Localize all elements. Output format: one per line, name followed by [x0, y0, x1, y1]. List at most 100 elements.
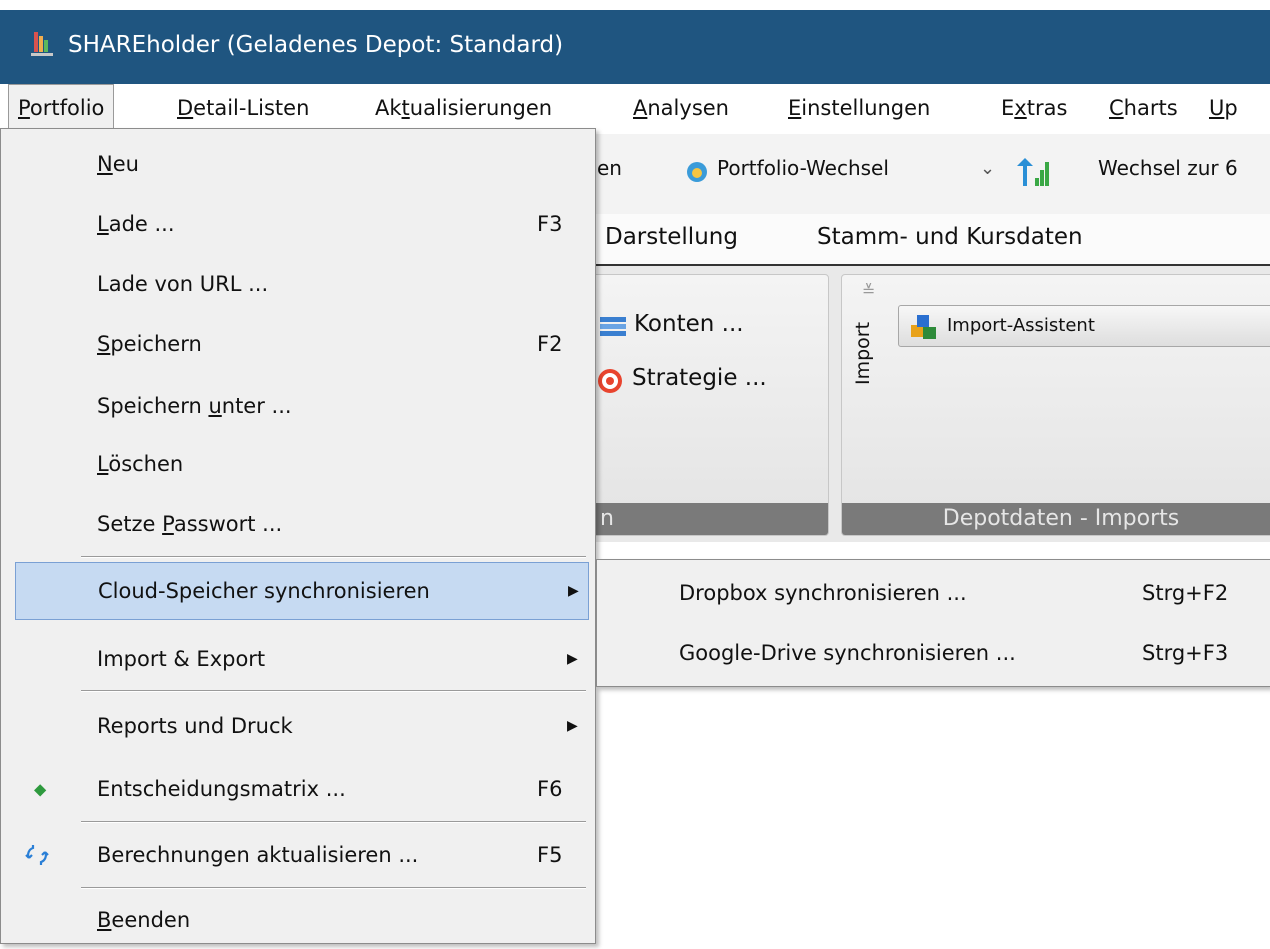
menu-item-label: Berechnungen aktualisieren ...: [97, 843, 419, 867]
label-part: ade ...: [108, 212, 175, 236]
label-part: asswort ...: [173, 512, 283, 536]
import-assistant-button[interactable]: Import-Assistent: [898, 305, 1270, 347]
shortcut-f3: F3: [537, 212, 563, 236]
menu-item-label: Import & Export: [97, 647, 266, 671]
tab-darstellung[interactable]: Darstellung: [605, 224, 738, 250]
menu-item-label: Speichern unter ...: [97, 394, 292, 418]
collapse-chevron-icon[interactable]: ≚: [862, 281, 875, 300]
menu-item-beenden[interactable]: Beenden: [2, 891, 592, 949]
portfolio-switch-label: Portfolio-Wechsel: [717, 156, 889, 180]
menu-item-lade[interactable]: Lade ... F3: [2, 195, 592, 253]
diamond-icon: ◆: [34, 779, 47, 799]
menu-extras[interactable]: Extras: [992, 84, 1076, 132]
menu-item-label: Entscheidungsmatrix ...: [97, 777, 346, 801]
menu-item-cloud-sync[interactable]: Cloud-Speicher synchronisieren ▶: [15, 562, 589, 620]
submenu-arrow-icon: ▶: [568, 583, 579, 599]
menu-analysen[interactable]: Analysen: [624, 84, 738, 132]
menu-item-passwort[interactable]: Setze Passwort ...: [2, 495, 592, 553]
konten-button[interactable]: Konten ...: [634, 311, 744, 337]
shortcut-f2: F2: [537, 332, 563, 356]
portfolio-menu: Neu Lade ... F3 Lade von URL ... Speiche…: [0, 128, 596, 944]
menu-item-label: Löschen: [97, 452, 183, 476]
menu-einst-text-b: instellungen: [801, 96, 931, 120]
menu-item-label: Speichern: [97, 332, 202, 356]
menu-detail-text-b: etail-Listen: [193, 96, 310, 120]
accelerator-key: u: [208, 394, 222, 418]
menu-updates[interactable]: Up: [1200, 84, 1247, 132]
toolbar-partial-text: en: [597, 156, 622, 180]
menu-charts-text-b: harts: [1123, 96, 1178, 120]
menu-item-label: Cloud-Speicher synchronisieren: [98, 579, 430, 603]
accelerator-key: P: [162, 512, 174, 536]
menu-akt-accel: t: [401, 96, 410, 120]
shortcut-strg-f3: Strg+F3: [1142, 641, 1229, 665]
submenu-arrow-icon: ▶: [567, 718, 578, 734]
menu-item-label: Dropbox synchronisieren ...: [679, 581, 967, 605]
submenu-arrow-icon: ▶: [567, 651, 578, 667]
label-part: peichern: [110, 332, 202, 356]
shortcut-strg-f2: Strg+F2: [1142, 581, 1229, 605]
left-group-footer: n: [592, 503, 828, 535]
menu-item-label: Google-Drive synchronisieren ...: [679, 641, 1016, 665]
portfolio-switch-icon: [687, 162, 707, 182]
tab-stammdaten[interactable]: Stamm- und Kursdaten: [817, 224, 1083, 250]
menu-item-reports[interactable]: Reports und Druck ▶: [2, 697, 592, 755]
title-bar: SHAREholder (Geladenes Depot: Standard): [0, 10, 1270, 84]
strategie-button[interactable]: Strategie ...: [632, 365, 767, 391]
menu-portfolio-accel: P: [18, 96, 30, 120]
menu-item-gdrive-sync[interactable]: Google-Drive synchronisieren ... Strg+F3: [597, 624, 1270, 682]
menu-item-label: Reports und Druck: [97, 714, 293, 738]
menu-up-text-b: p: [1224, 96, 1238, 120]
menu-einst-accel: E: [788, 96, 802, 120]
menu-extras-accel: x: [1014, 96, 1027, 120]
menu-item-speichern[interactable]: Speichern F2: [2, 315, 592, 373]
menu-detail-accel: D: [177, 96, 194, 120]
menu-einstellungen[interactable]: Einstellungen: [779, 84, 939, 132]
menu-charts[interactable]: Charts: [1100, 84, 1187, 132]
menu-item-import-export[interactable]: Import & Export ▶: [2, 630, 592, 688]
menu-analysen-accel: A: [633, 96, 648, 120]
menu-separator: [81, 690, 586, 692]
menu-item-label: Beenden: [97, 908, 190, 932]
menu-extras-text-a: E: [1001, 96, 1015, 120]
menu-item-speichern-unter[interactable]: Speichern unter ...: [2, 377, 592, 435]
menu-item-loeschen[interactable]: Löschen: [2, 435, 592, 493]
shortcut-f5: F5: [537, 843, 563, 867]
menu-detail-listen[interactable]: Detail-Listen: [168, 84, 318, 132]
menu-akt-text-b: ualisierungen: [409, 96, 553, 120]
accelerator-key: N: [97, 152, 113, 176]
refresh-icon: [25, 845, 49, 865]
accounts-icon: [600, 317, 626, 336]
chevron-down-icon[interactable]: ⌄: [980, 158, 995, 179]
menu-charts-accel: C: [1109, 96, 1124, 120]
cubes-icon: [911, 315, 936, 339]
label-part: Setze: [97, 512, 163, 536]
label-part: nter ...: [221, 394, 292, 418]
menu-portfolio-text-b: ortfolio: [29, 96, 105, 120]
menu-separator: [81, 887, 586, 889]
menu-item-berechnungen[interactable]: Berechnungen aktualisieren ... F5: [2, 826, 592, 884]
label-part: öschen: [108, 452, 184, 476]
menu-item-label: Neu: [97, 152, 139, 176]
window-title: SHAREholder (Geladenes Depot: Standard): [68, 32, 564, 58]
menu-up-accel: U: [1209, 96, 1225, 120]
menu-item-dropbox-sync[interactable]: Dropbox synchronisieren ... Strg+F2: [597, 564, 1270, 622]
menu-item-lade-url[interactable]: Lade von URL ...: [2, 255, 592, 313]
label-part: eu: [112, 152, 139, 176]
target-icon: [598, 369, 622, 393]
quick-toolbar: en Portfolio-Wechsel ⌄ Wechsel zur 6: [595, 134, 1270, 215]
switch-to-label[interactable]: Wechsel zur 6: [1098, 156, 1238, 180]
accelerator-key: S: [97, 332, 111, 356]
menu-aktualisierungen[interactable]: Aktualisierungen: [366, 84, 561, 132]
import-group-label: Import: [852, 321, 874, 385]
menu-portfolio[interactable]: Portfolio: [8, 84, 115, 132]
menu-item-neu[interactable]: Neu: [2, 135, 592, 193]
accelerator-key: L: [97, 452, 109, 476]
import-assistant-label: Import-Assistent: [947, 315, 1095, 336]
menu-item-label: Lade ...: [97, 212, 175, 236]
menu-item-entscheidungsmatrix[interactable]: ◆ Entscheidungsmatrix ... F6: [2, 760, 592, 818]
cloud-sync-submenu: Dropbox synchronisieren ... Strg+F2 Goog…: [596, 559, 1270, 687]
label-part: eenden: [111, 908, 191, 932]
menu-item-label: Setze Passwort ...: [97, 512, 282, 536]
menu-separator: [81, 821, 586, 823]
